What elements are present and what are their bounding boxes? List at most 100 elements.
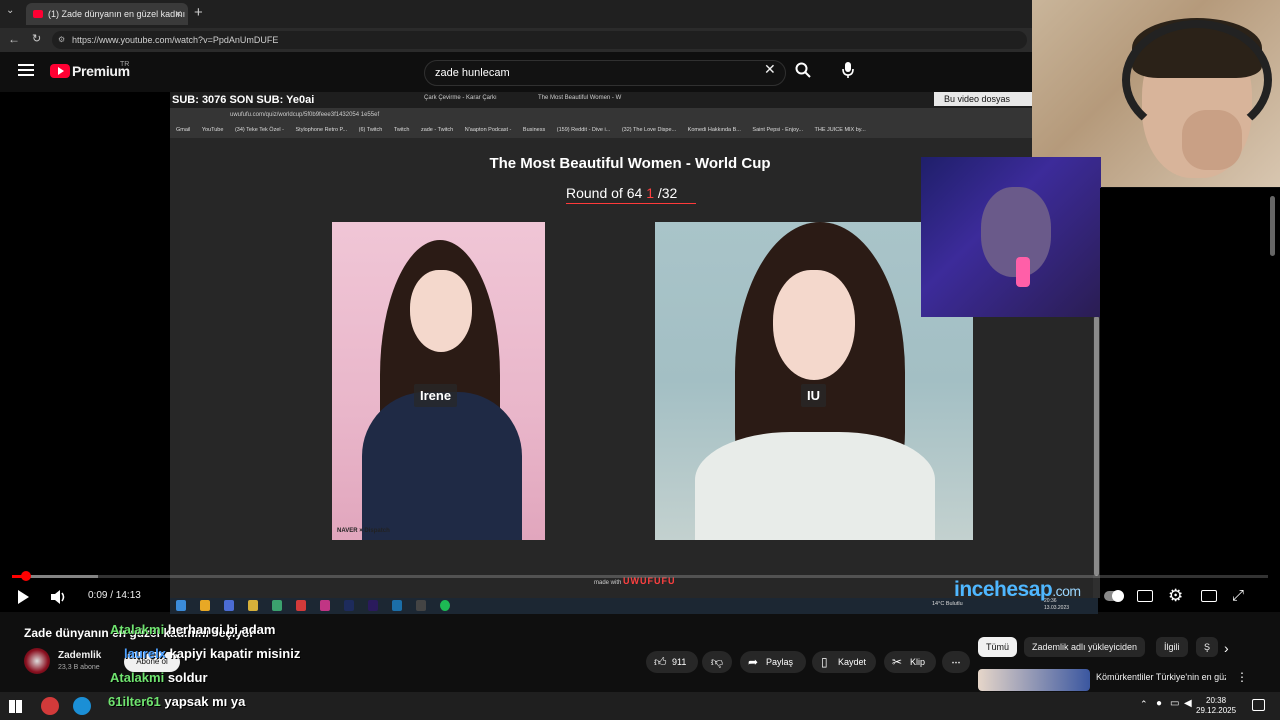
search-input[interactable]: zade hunlecam (424, 60, 786, 86)
like-button[interactable]: 👍︎ 911 (646, 651, 698, 673)
settings-gear-icon[interactable]: ⚙ (1168, 586, 1183, 606)
tray-chevron-icon[interactable]: ⌃ (1140, 699, 1148, 710)
thumbs-up-icon: 👍︎ (654, 655, 667, 669)
chat-message: laurelx kapiyi kapatir misiniz (124, 646, 300, 661)
bookmark: THE JUICE MIX by... (814, 127, 866, 133)
share-label: Paylaş (766, 657, 794, 667)
clip-label: Klip (910, 657, 926, 667)
bookmark: N'aapton Podcast - (464, 127, 512, 133)
search-query: zade hunlecam (435, 67, 510, 79)
url-field[interactable]: ⚙ https://www.youtube.com/watch?v=PpdAnU… (52, 31, 1027, 49)
round-current: 1 (646, 185, 654, 201)
taskbar-clock[interactable]: 20:38 29.12.2025 (1196, 696, 1236, 716)
windows-start-icon[interactable] (9, 700, 22, 713)
more-actions-icon[interactable]: ⋯ (942, 651, 970, 673)
recommended-thumbnail[interactable] (978, 669, 1090, 691)
like-count: 911 (672, 657, 687, 667)
bookmark: zade - Twitch (420, 127, 454, 133)
youtube-header: Premium TR zade hunlecam ✕ (0, 52, 1032, 92)
chrome-icon (200, 600, 210, 611)
candidate-left-image[interactable]: Irene (332, 222, 545, 540)
reload-icon[interactable]: ↻ (32, 32, 41, 45)
dislike-button[interactable]: 👎︎ (702, 651, 732, 673)
bookmark: Komedi Hakkında B... (687, 127, 741, 133)
progress-bar[interactable] (12, 575, 1268, 578)
url-text: https://www.youtube.com/watch?v=PpdAnUmD… (72, 35, 279, 45)
autoplay-toggle[interactable] (1104, 590, 1124, 602)
steam-icon (392, 600, 402, 611)
subscriber-count: 23,3 B abone (58, 664, 100, 671)
bookmark: (34) Teke Tek Özel - (234, 127, 284, 133)
youtube-logo-icon[interactable] (50, 64, 70, 78)
stream-date: 13.03.2023 (1044, 605, 1070, 611)
new-tab-icon[interactable]: + (194, 4, 203, 21)
notifications-icon[interactable] (1252, 699, 1265, 711)
chrome-icon[interactable] (41, 697, 59, 715)
bookmark: (32) The Love Dispe... (621, 127, 677, 133)
round-total: /32 (657, 185, 678, 201)
time-display: 0:09 / 14:13 (88, 590, 141, 601)
address-bar: ← ↻ ⚙ https://www.youtube.com/watch?v=Pp… (0, 28, 1032, 52)
network-icon[interactable]: ▭ (1170, 698, 1179, 709)
subtitles-icon[interactable] (1137, 590, 1153, 602)
app-icon (224, 600, 234, 611)
save-label: Kaydet (838, 657, 867, 667)
tab-menu-icon[interactable]: ⌄ (6, 5, 14, 16)
share-button[interactable]: ➦ Paylaş (740, 651, 806, 673)
bookmark: Business (522, 127, 546, 133)
play-icon[interactable] (18, 590, 29, 604)
stream-scrollbar-thumb (1094, 316, 1099, 576)
chip-all[interactable]: Tümü (978, 637, 1018, 657)
candidate-right-name: IU (801, 384, 826, 407)
stream-bookmarks-bar: Gmail YouTube (34) Teke Tek Özel - Stylo… (170, 122, 1098, 138)
browser-tab-bar: ⌄ (1) Zade dünyanın en güzel kadını ✕ + (0, 0, 1032, 28)
sponsor-watermark: incehesap.com (954, 578, 1081, 602)
chat-text: kapiyi kapatir misiniz (169, 646, 301, 661)
menu-icon[interactable] (18, 64, 34, 76)
clip-button[interactable]: ✂ Klip (884, 651, 936, 673)
bookmark-icon: ▯ (821, 655, 828, 669)
chat-text: yapsak mı ya (164, 694, 246, 709)
bookmark: (6) Twitch (358, 127, 383, 133)
search-icon[interactable] (794, 61, 812, 84)
site-info-icon[interactable]: ⚙ (58, 31, 65, 49)
microphone-tray-icon[interactable]: ● (1156, 698, 1162, 709)
recommended-title[interactable]: Kömürkentliler Türkiye'nin en güzel kadı… (1096, 672, 1226, 692)
volume-icon[interactable] (50, 589, 68, 610)
clear-search-icon[interactable]: ✕ (764, 61, 776, 78)
more-options-icon[interactable]: ⋮ (1236, 670, 1248, 684)
photoshop-icon (344, 600, 354, 611)
close-tab-icon[interactable]: ✕ (174, 3, 182, 25)
browser-tab[interactable]: (1) Zade dünyanın en güzel kadını ✕ (26, 3, 188, 25)
volume-tray-icon[interactable]: ◀ (1184, 698, 1192, 709)
chip-more[interactable]: Ş (1196, 637, 1218, 657)
sponsor-name: incehesap (954, 578, 1053, 601)
sponsor-tld: .com (1052, 583, 1081, 599)
bookmark: Twitch (393, 127, 410, 133)
bookmark: YouTube (201, 127, 224, 133)
save-button[interactable]: ▯ Kaydet (812, 651, 876, 673)
microphone-icon[interactable] (841, 61, 855, 84)
chip-related[interactable]: İlgili (1156, 637, 1188, 657)
folder-icon (248, 600, 258, 611)
premiere-icon (368, 600, 378, 611)
thumbs-down-icon: 👎︎ (710, 655, 724, 669)
youtube-favicon-icon (33, 10, 43, 18)
stream-url-bar: uwufufu.com/quiz/worldcup/5f0b9feee3f143… (170, 108, 1098, 122)
fullscreen-icon[interactable]: ⤢ (1232, 587, 1244, 604)
chip-from-uploader[interactable]: Zademlik adlı yükleyiciden (1024, 637, 1146, 657)
instagram-icon (320, 600, 330, 611)
edge-icon[interactable] (73, 697, 91, 715)
spotify-icon (440, 600, 450, 611)
theater-mode-icon[interactable] (1201, 590, 1217, 602)
channel-name[interactable]: Zademlik (58, 650, 101, 661)
channel-avatar[interactable] (24, 648, 50, 674)
tab-title: (1) Zade dünyanın en güzel kadını (48, 9, 186, 19)
chevron-right-icon[interactable]: › (1224, 640, 1229, 656)
chat-username: 61ilter61 (108, 694, 161, 709)
progress-scrubber[interactable] (21, 571, 31, 581)
round-indicator: Round of 64 1 /32 (566, 185, 696, 204)
video-file-banner: Bu video dosyas (934, 92, 1034, 106)
page-scrollbar-thumb[interactable] (1270, 196, 1275, 256)
back-arrow-icon[interactable]: ← (8, 32, 20, 46)
